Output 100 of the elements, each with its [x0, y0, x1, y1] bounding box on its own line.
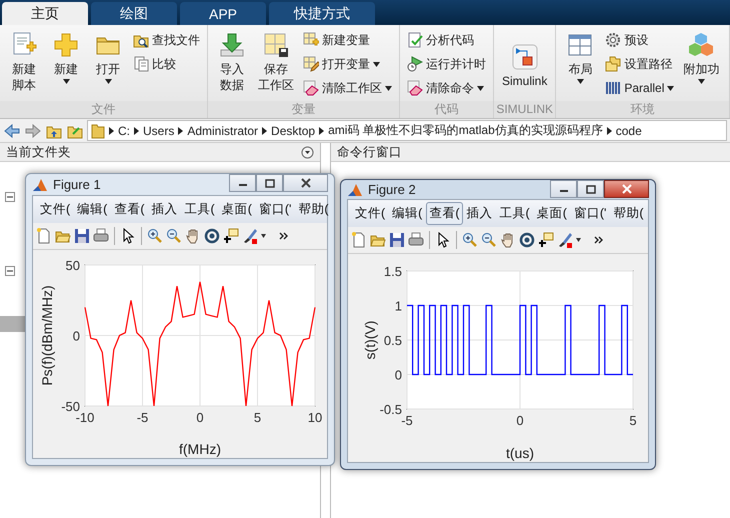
group-label: 文件 — [0, 101, 207, 118]
ribbon-button[interactable]: 比较 — [130, 53, 203, 75]
tab[interactable]: 绘图 — [91, 2, 177, 25]
path-segment[interactable]: Administrator — [187, 124, 258, 138]
zoom-in-button[interactable] — [462, 232, 478, 248]
tick-label: -5 — [401, 413, 413, 428]
menu-item[interactable]: 文件( — [37, 198, 74, 221]
tab[interactable]: 主页 — [2, 2, 88, 25]
maximize-icon — [264, 178, 274, 188]
zoom-in-button[interactable] — [147, 228, 163, 244]
ribbon-button[interactable]: 打开 — [88, 29, 128, 86]
group-label: 变量 — [208, 101, 399, 118]
double-chevron-icon — [594, 236, 604, 244]
menu-item[interactable]: 帮助( — [295, 198, 332, 221]
ribbon-button[interactable]: 清除命令 — [404, 77, 489, 99]
ribbon-button[interactable]: Parallel — [602, 77, 678, 99]
path-segment[interactable]: code — [616, 124, 642, 138]
menu-item[interactable]: 桌面( — [218, 198, 255, 221]
maximize-button[interactable] — [256, 174, 283, 192]
tick-label: 1.5 — [384, 264, 402, 279]
printer-button[interactable] — [93, 228, 109, 244]
data-cursor-button[interactable] — [538, 232, 554, 248]
menu-item[interactable]: 查看( — [426, 202, 463, 225]
ribbon-button[interactable]: 查找文件 — [130, 29, 203, 51]
close-icon — [620, 184, 632, 194]
new-file-icon — [36, 228, 52, 244]
ribbon-button[interactable]: 新建变量 — [300, 29, 395, 51]
ribbon-button[interactable]: 导入 数据 — [212, 29, 252, 95]
axis-label: t(us) — [506, 445, 534, 461]
brush-button[interactable] — [557, 232, 573, 248]
ribbon-button[interactable]: 保存 工作区 — [254, 29, 298, 95]
ribbon-button[interactable]: 打开变量 — [300, 53, 395, 75]
menu-item[interactable]: 编辑( — [74, 198, 110, 221]
ribbon-button[interactable]: 附加功 — [679, 29, 724, 86]
save-grid-icon — [262, 31, 290, 59]
collapse-icon[interactable] — [5, 266, 15, 276]
ribbon-button[interactable]: 运行并计时 — [404, 53, 489, 75]
ribbon-button[interactable]: Simulink — [498, 29, 552, 91]
menu-item[interactable]: 插入 — [464, 202, 496, 225]
menu-item[interactable]: 文件( — [352, 202, 388, 225]
ribbon-button[interactable]: 新建 脚本 — [4, 29, 44, 95]
folders-icon — [605, 56, 622, 72]
save-disk-button[interactable] — [74, 228, 90, 244]
brush-icon — [557, 232, 573, 248]
zoom-out-icon — [166, 228, 182, 244]
save-disk-button[interactable] — [389, 232, 405, 248]
collapse-icon[interactable] — [5, 192, 15, 202]
menu-item[interactable]: 工具( — [182, 198, 218, 221]
menu-item[interactable]: 编辑( — [389, 202, 426, 225]
chevron-right-icon — [262, 126, 268, 134]
minimize-button[interactable] — [550, 180, 577, 198]
peak-icon — [32, 176, 48, 192]
play-clock-icon — [407, 56, 423, 72]
minimize-button[interactable] — [229, 174, 256, 192]
menu-item[interactable]: 插入 — [148, 198, 181, 221]
back-button[interactable] — [3, 124, 21, 138]
tick-label: 0.5 — [384, 333, 402, 348]
eraser-icon — [303, 80, 319, 96]
menu-item[interactable]: 帮助( — [610, 202, 647, 225]
zoom-out-button[interactable] — [166, 228, 182, 244]
dropdown-icon[interactable] — [301, 146, 314, 158]
ribbon-button[interactable]: 新建 — [46, 29, 86, 86]
axis-label: f(MHz) — [179, 441, 221, 457]
tab[interactable]: 快捷方式 — [269, 2, 375, 25]
tick-label: 10 — [308, 410, 322, 425]
forward-button[interactable] — [24, 124, 42, 138]
new-file-button[interactable] — [351, 232, 367, 248]
close-button[interactable] — [604, 180, 649, 198]
printer-button[interactable] — [408, 232, 424, 248]
tick-label: 0 — [394, 368, 402, 382]
close-button[interactable] — [283, 174, 328, 192]
block-diagram-icon — [510, 43, 539, 71]
brush-button[interactable] — [242, 228, 258, 244]
zoom-out-button[interactable] — [481, 232, 497, 248]
menu-item[interactable]: 查看( — [111, 198, 148, 221]
tab[interactable]: APP — [180, 2, 266, 25]
ribbon-button[interactable]: 设置路径 — [602, 53, 678, 75]
ribbon-button[interactable]: 清除工作区 — [300, 77, 395, 99]
menu-item[interactable]: 窗口(' — [570, 202, 610, 225]
ribbon-button[interactable]: 布局 — [560, 29, 600, 86]
menu-item[interactable]: 桌面( — [534, 202, 570, 225]
ribbon-button[interactable]: 分析代码 — [404, 29, 489, 51]
brush-icon — [242, 228, 258, 244]
eraser-icon — [407, 80, 423, 96]
close-icon — [300, 178, 312, 188]
printer-icon — [408, 232, 424, 248]
menu-item[interactable]: 窗口(' — [256, 198, 294, 221]
path-segment[interactable]: Users — [143, 124, 174, 138]
grid-pencil-icon — [303, 56, 319, 72]
printer-icon — [93, 228, 109, 244]
new-file-button[interactable] — [36, 228, 52, 244]
cubes-icon — [687, 31, 716, 59]
maximize-button[interactable] — [577, 180, 604, 198]
ribbon-button[interactable]: 预设 — [602, 29, 678, 51]
path-segment[interactable]: C: — [118, 124, 130, 138]
menu-item[interactable]: 工具( — [496, 202, 533, 225]
path-segment[interactable]: ami码 单极性不归零码的matlab仿真的实现源码程序 — [328, 122, 603, 139]
data-cursor-button[interactable] — [223, 228, 239, 244]
path-segment[interactable]: Desktop — [271, 124, 316, 138]
zoom-in-icon — [147, 228, 163, 244]
